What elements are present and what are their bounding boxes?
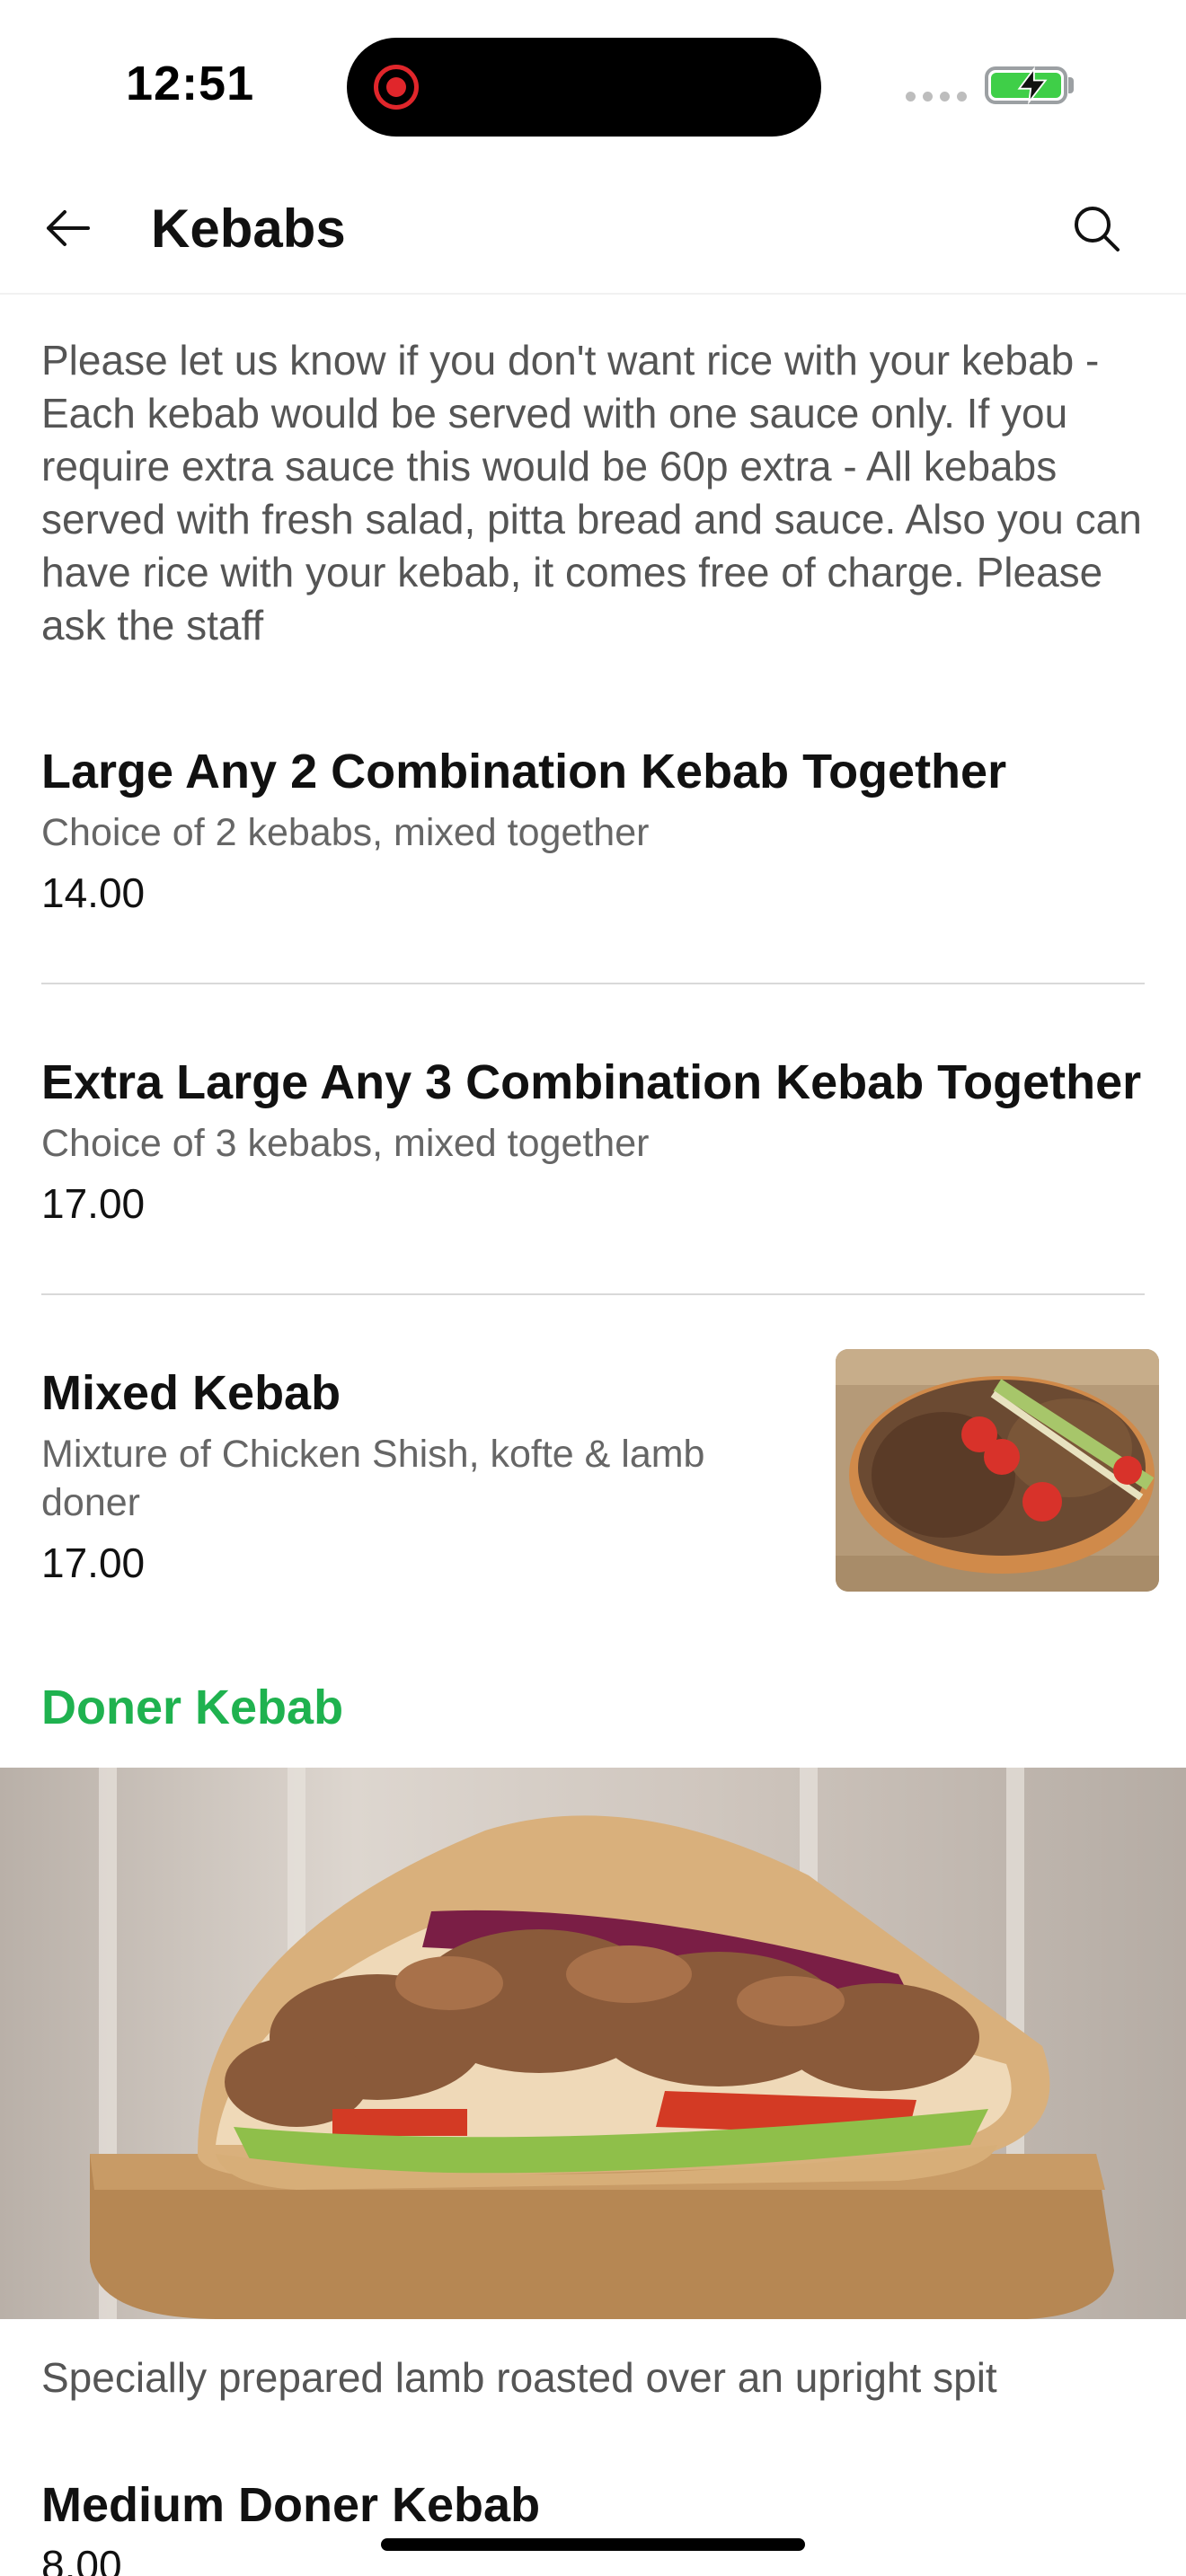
category-description: Please let us know if you don't want ric… xyxy=(41,337,1142,648)
item-description: Choice of 3 kebabs, mixed together xyxy=(41,1122,650,1165)
record-icon xyxy=(374,65,419,110)
section-description: Specially prepared lamb roasted over an … xyxy=(41,2354,997,2401)
item-price: 14.00 xyxy=(41,869,146,916)
menu-item[interactable]: Large Any 2 Combination Kebab Together C… xyxy=(41,742,1145,920)
battery-cap xyxy=(1068,77,1074,93)
divider xyxy=(41,983,1145,984)
item-name: Extra Large Any 3 Combination Kebab Toge… xyxy=(41,1055,1142,1109)
search-icon[interactable] xyxy=(1069,201,1123,255)
status-bar: 12:51 xyxy=(0,0,1186,162)
menu-item[interactable]: Mixed Kebab Mixture of Chicken Shish, ko… xyxy=(41,1363,778,1590)
item-price: 17.00 xyxy=(41,1539,146,1586)
divider xyxy=(41,1293,1145,1295)
item-name: Mixed Kebab xyxy=(41,1366,341,1420)
menu-item[interactable]: Medium Doner Kebab 8.00 xyxy=(41,2475,1145,2576)
dynamic-island xyxy=(347,38,821,137)
home-indicator[interactable] xyxy=(381,2538,805,2551)
page-title: Kebabs xyxy=(151,198,346,259)
item-name: Large Any 2 Combination Kebab Together xyxy=(41,745,1007,798)
item-price: 17.00 xyxy=(41,1180,146,1227)
signal-icon xyxy=(906,92,967,101)
mixed-kebab-image[interactable] xyxy=(836,1349,1159,1592)
item-description: Choice of 2 kebabs, mixed together xyxy=(41,811,650,854)
battery-icon xyxy=(985,66,1067,105)
menu-item[interactable]: Extra Large Any 3 Combination Kebab Toge… xyxy=(41,1053,1145,1231)
page-header: Kebabs xyxy=(0,162,1186,295)
status-time: 12:51 xyxy=(126,57,255,110)
back-arrow-icon[interactable] xyxy=(41,201,95,255)
doner-kebab-image xyxy=(0,1768,1186,2319)
item-name: Medium Doner Kebab xyxy=(41,2478,541,2532)
item-description: Mixture of Chicken Shish, kofte & lamb d… xyxy=(41,1433,705,1524)
section-title: Doner Kebab xyxy=(41,1681,344,1734)
